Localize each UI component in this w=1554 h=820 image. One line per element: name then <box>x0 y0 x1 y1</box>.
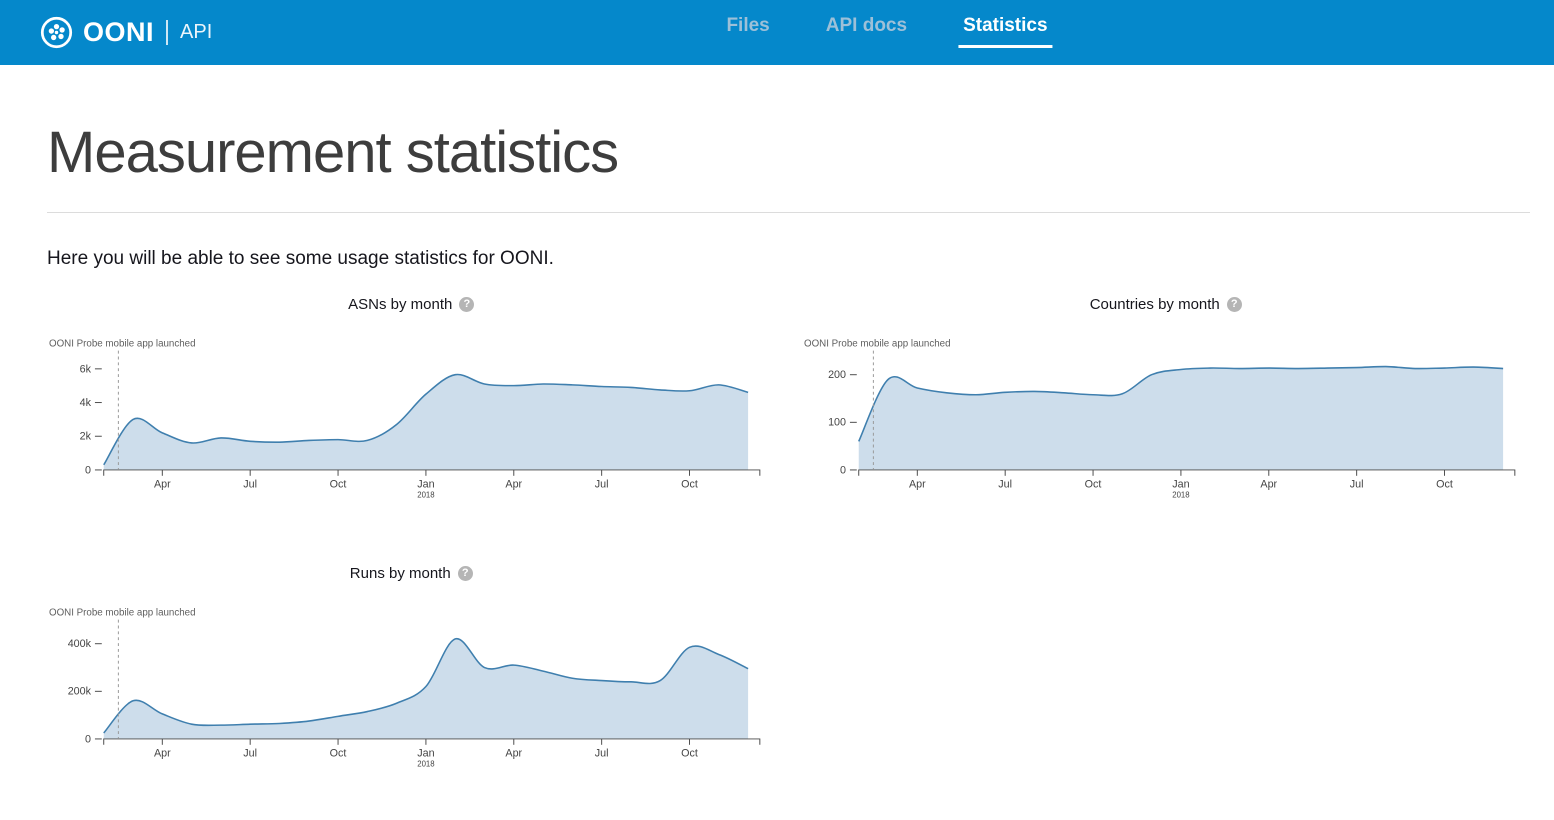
svg-text:Jul: Jul <box>243 748 257 760</box>
svg-text:Oct: Oct <box>330 748 347 760</box>
help-icon[interactable]: ? <box>1227 297 1242 312</box>
chart-canvas: 0 200k 400k Apr Jul Oct Jan2018 Apr Jul Oct OONI P… <box>47 604 776 776</box>
page-title: Measurement statistics <box>47 119 1530 186</box>
svg-text:OONI Probe mobile app launched: OONI Probe mobile app launched <box>49 608 196 619</box>
svg-text:Apr: Apr <box>154 479 171 491</box>
brand-name: OONI <box>83 17 154 48</box>
svg-text:Jan: Jan <box>1172 479 1189 491</box>
svg-text:Oct: Oct <box>681 748 698 760</box>
svg-text:Jul: Jul <box>998 479 1012 491</box>
chart-title-row: ASNs by month ? <box>47 296 776 313</box>
help-icon[interactable]: ? <box>459 297 474 312</box>
main-content: Measurement statistics Here you will be … <box>0 119 1554 776</box>
svg-text:400k: 400k <box>68 638 92 650</box>
svg-text:Jul: Jul <box>595 479 609 491</box>
svg-text:6k: 6k <box>80 363 92 375</box>
intro-text: Here you will be able to see some usage … <box>47 248 1530 270</box>
svg-text:100: 100 <box>828 417 846 429</box>
svg-text:Apr: Apr <box>1260 479 1277 491</box>
charts-grid: ASNs by month ? 02k4k6kAprJulOctJan2018A… <box>47 296 1530 776</box>
chart-asns-by-month: ASNs by month ? 0 2k 4k 6k Apr Jul Oct Jan2018 A… <box>47 296 776 507</box>
svg-text:OONI Probe mobile app launched: OONI Probe mobile app launched <box>49 339 196 350</box>
chart-canvas: 0 2k 4k 6k Apr Jul Oct Jan2018 Apr Jul Oct OONI Pro… <box>47 335 776 507</box>
svg-text:Jul: Jul <box>595 748 609 760</box>
svg-text:2k: 2k <box>80 431 92 443</box>
svg-text:Jul: Jul <box>1349 479 1363 491</box>
nav-statistics[interactable]: Statistics <box>958 15 1052 48</box>
chart-plot: 0 2k 4k 6k Apr Jul Oct Jan2018 Apr Jul Oct OONI Pro… <box>47 335 776 507</box>
chart-canvas: 0 100 200 Apr Jul Oct Jan2018 Apr Jul Oct OONI Pro… <box>802 335 1531 507</box>
svg-text:2018: 2018 <box>1172 490 1189 499</box>
svg-text:Jan: Jan <box>417 479 434 491</box>
svg-text:4k: 4k <box>80 397 92 409</box>
chart-plot: 0 100 200 Apr Jul Oct Jan2018 Apr Jul Oct OONI Pro… <box>802 335 1531 507</box>
svg-text:200: 200 <box>828 369 846 381</box>
svg-text:0: 0 <box>840 464 846 476</box>
divider <box>47 212 1530 213</box>
chart-runs-by-month: Runs by month ? 0 200k 400k Apr Jul Oct Jan201… <box>47 565 776 776</box>
brand-suffix: API <box>180 21 212 44</box>
ooni-logo-icon <box>40 16 73 49</box>
svg-text:Apr: Apr <box>908 479 925 491</box>
svg-text:OONI Probe mobile app launched: OONI Probe mobile app launched <box>803 339 950 350</box>
brand-separator <box>166 20 168 45</box>
svg-text:Oct: Oct <box>1084 479 1101 491</box>
svg-text:Oct: Oct <box>1436 479 1453 491</box>
chart-plot: 0 200k 400k Apr Jul Oct Jan2018 Apr Jul Oct OONI P… <box>47 604 776 776</box>
chart-title-row: Runs by month ? <box>47 565 776 582</box>
nav-api-docs[interactable]: API docs <box>821 15 912 48</box>
svg-text:Oct: Oct <box>330 479 347 491</box>
svg-text:2018: 2018 <box>417 759 434 768</box>
nav-files[interactable]: Files <box>721 15 774 48</box>
chart-title-text: Countries by month <box>1090 296 1220 313</box>
chart-title-row: Countries by month ? <box>802 296 1531 313</box>
chart-title-text: Runs by month <box>350 565 451 582</box>
svg-text:Jul: Jul <box>243 479 257 491</box>
brand-home-link[interactable]: OONI API <box>40 16 212 49</box>
svg-text:0: 0 <box>85 733 91 745</box>
main-nav: Files API docs Statistics <box>721 0 1052 65</box>
svg-text:Apr: Apr <box>154 748 171 760</box>
svg-text:2018: 2018 <box>417 490 434 499</box>
svg-text:Apr: Apr <box>505 479 522 491</box>
svg-text:0: 0 <box>85 464 91 476</box>
svg-text:200k: 200k <box>68 686 92 698</box>
svg-text:Apr: Apr <box>505 748 522 760</box>
top-navigation-bar: OONI API Files API docs Statistics <box>0 0 1554 65</box>
chart-title-text: ASNs by month <box>348 296 452 313</box>
svg-text:Oct: Oct <box>681 479 698 491</box>
chart-countries-by-month: Countries by month ? 0 100 200 Apr Jul Oct Jan… <box>802 296 1531 507</box>
svg-text:Jan: Jan <box>417 748 434 760</box>
help-icon[interactable]: ? <box>458 566 473 581</box>
